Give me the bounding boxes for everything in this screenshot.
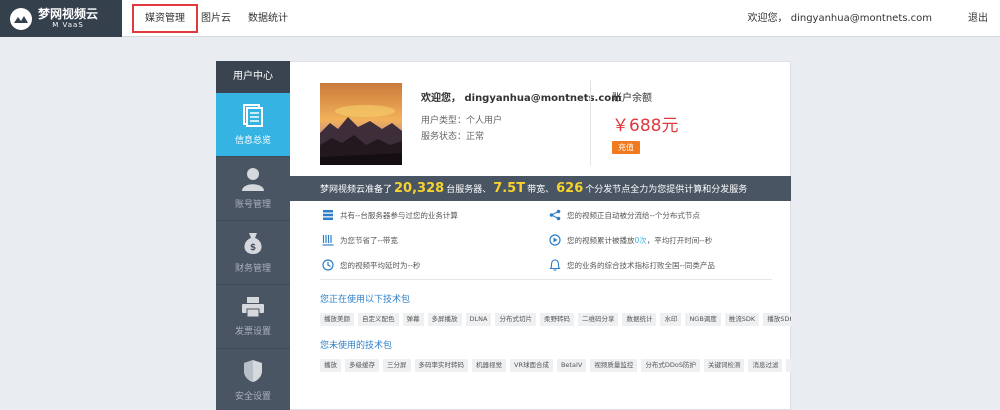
package-tag[interactable]: 视频质量监控 bbox=[590, 359, 638, 372]
play-count: 0次 bbox=[634, 235, 647, 245]
package-tag[interactable]: DLNA bbox=[465, 313, 492, 326]
sidebar: 用户中心 信息总览 账号管理 $ 财务管理 发票设置 安全设置 bbox=[216, 61, 290, 410]
feature-text: 您的业务的综合技术指标打败全国--同类产品 bbox=[567, 260, 715, 270]
clock-icon bbox=[322, 259, 334, 271]
feature-text: 共有--台服务器参与过您的业务计算 bbox=[340, 210, 458, 220]
banner-nodes: 626 bbox=[556, 181, 584, 196]
package-tag[interactable]: 多屏播放 bbox=[427, 313, 462, 326]
sidebar-item-account[interactable]: 账号管理 bbox=[216, 157, 290, 221]
banner-bandwidth: 7.5T bbox=[493, 181, 526, 196]
package-tag[interactable]: 二维码分享 bbox=[577, 313, 619, 326]
feature-nodes: 您的视频正自动被分流给--个分布式节点 bbox=[549, 209, 700, 221]
logo-title: 梦网视频云 bbox=[38, 7, 99, 21]
feature-text: 您的视频累计被播放 bbox=[567, 235, 635, 245]
package-tag[interactable]: 自定义配色 bbox=[358, 313, 399, 326]
unused-packages-title: 您未使用的技术包 bbox=[320, 341, 393, 351]
share-icon bbox=[549, 209, 561, 221]
server-icon bbox=[323, 210, 333, 220]
resource-banner: 梦网视频云准备了 20,328 台服务器、 7.5T 带宽、 626 个分发节点… bbox=[290, 176, 791, 201]
recharge-button[interactable]: 充值 bbox=[612, 141, 640, 154]
nav-media-management[interactable]: 媒资管理 bbox=[132, 4, 198, 33]
package-tag[interactable]: 播放美颜 bbox=[320, 313, 354, 326]
balance-value: ￥688元 bbox=[612, 116, 679, 136]
banner-servers: 20,328 bbox=[394, 181, 445, 196]
feature-latency: 您的视频平均延时为--秒 bbox=[322, 259, 420, 271]
package-tag[interactable]: 消息过滤 bbox=[748, 359, 783, 372]
overview-panel: 欢迎您， dingyanhua@montnets.com 用户类型：个人用户 服… bbox=[290, 61, 791, 410]
feature-bandwidth: 为您节省了--带宽 bbox=[322, 234, 398, 246]
bandwidth-icon bbox=[322, 235, 334, 246]
sidebar-item-invoice[interactable]: 发票设置 bbox=[216, 285, 290, 349]
divider bbox=[320, 279, 772, 280]
package-tag[interactable]: BetaIV bbox=[556, 359, 587, 372]
balance-label: 账户余额 bbox=[612, 93, 652, 104]
used-packages-list: 播放美颜 自定义配色 弹幕 多屏播放 DLNA 分布式切片 柔野转码 二维码分享 数据统计 水印 N… bbox=[320, 313, 791, 327]
document-icon bbox=[243, 104, 263, 127]
sidebar-item-label: 信息总览 bbox=[234, 136, 271, 146]
package-tag[interactable]: 播放SDK bbox=[763, 313, 791, 326]
package-tag[interactable]: 弹幕 bbox=[402, 313, 424, 326]
sidebar-item-finance[interactable]: $ 财务管理 bbox=[216, 221, 290, 285]
user-welcome: 欢迎您， dingyanhua@montnets.com bbox=[421, 93, 622, 104]
feature-servers: 共有--台服务器参与过您的业务计算 bbox=[322, 209, 458, 221]
user-icon bbox=[242, 168, 264, 191]
feature-ranking: 您的业务的综合技术指标打败全国--同类产品 bbox=[549, 259, 715, 271]
avatar[interactable] bbox=[320, 83, 402, 165]
package-tag[interactable]: VR球面合成 bbox=[510, 359, 553, 372]
sidebar-item-overview[interactable]: 信息总览 bbox=[216, 93, 290, 157]
feature-text: 您的视频平均延时为--秒 bbox=[340, 260, 421, 270]
package-tag[interactable]: 三分屏 bbox=[383, 359, 411, 372]
sidebar-item-security[interactable]: 安全设置 bbox=[216, 349, 290, 410]
package-tag[interactable]: 关键词检测 bbox=[703, 359, 745, 372]
header-welcome: 欢迎您， dingyanhua@montnets.com bbox=[747, 13, 932, 24]
feature-text: 为您节省了--带宽 bbox=[340, 235, 398, 245]
package-tag[interactable]: 柔野转码 bbox=[539, 313, 574, 326]
service-status: 服务状态：正常 bbox=[421, 132, 485, 142]
package-tag[interactable]: 推流SDK bbox=[724, 313, 760, 326]
banner-text: 梦网视频云准备了 bbox=[320, 185, 393, 195]
package-tag[interactable]: 播放 bbox=[320, 359, 341, 372]
play-circle-icon bbox=[549, 234, 561, 246]
package-tag[interactable]: 水印 bbox=[660, 313, 682, 326]
bell-icon bbox=[549, 259, 561, 271]
banner-text: 个分发节点全力为您提供计算和分发服务 bbox=[585, 185, 748, 195]
banner-text: 台服务器、 bbox=[446, 185, 492, 195]
used-packages-title: 您正在使用以下技术包 bbox=[320, 295, 411, 305]
top-bar: 梦网视频云 M VaaS 媒资管理 图片云 数据统计 欢迎您， dingyanh… bbox=[0, 0, 1000, 37]
package-tag[interactable]: 机器视觉 bbox=[472, 359, 506, 372]
logo[interactable]: 梦网视频云 M VaaS bbox=[0, 0, 122, 37]
sidebar-item-label: 账号管理 bbox=[234, 200, 271, 210]
logo-subtitle: M VaaS bbox=[52, 21, 84, 29]
feature-text: ，平均打开时间--秒 bbox=[646, 235, 713, 245]
package-tag[interactable]: 数据统计 bbox=[622, 313, 657, 326]
nav-image-cloud[interactable]: 图片云 bbox=[201, 0, 231, 37]
printer-icon bbox=[242, 297, 264, 318]
package-tag[interactable]: 多级缓存 bbox=[345, 359, 379, 372]
user-type: 用户类型：个人用户 bbox=[421, 116, 503, 126]
package-tag[interactable]: 分布式DDoS防护 bbox=[641, 359, 700, 372]
nav-data-statistics[interactable]: 数据统计 bbox=[248, 0, 288, 37]
divider bbox=[590, 80, 591, 166]
feature-text: 您的视频正自动被分流给--个分布式节点 bbox=[567, 210, 700, 220]
cloud-logo-icon bbox=[10, 7, 32, 30]
unused-packages-list: 播放 多级缓存 三分屏 多码率实时转码 机器视觉 VR球面合成 BetaIV 视频质量监控 分布… bbox=[320, 359, 791, 373]
package-tag[interactable]: 多码率实时转码 bbox=[414, 359, 468, 372]
shield-icon bbox=[244, 360, 262, 382]
sidebar-item-label: 安全设置 bbox=[234, 392, 271, 402]
money-bag-icon: $ bbox=[244, 233, 262, 254]
logout-link[interactable]: 退出 bbox=[968, 0, 988, 37]
package-tag[interactable]: RTSP bbox=[786, 359, 791, 372]
sidebar-title: 用户中心 bbox=[216, 61, 290, 93]
package-tag[interactable]: NGB调度 bbox=[685, 313, 721, 326]
package-tag[interactable]: 分布式切片 bbox=[495, 313, 536, 326]
svg-text:$: $ bbox=[250, 243, 256, 253]
sidebar-item-label: 财务管理 bbox=[234, 264, 271, 274]
feature-plays: 您的视频累计被播放 0次 ，平均打开时间--秒 bbox=[549, 234, 712, 246]
sidebar-item-label: 发票设置 bbox=[234, 327, 271, 337]
banner-text: 带宽、 bbox=[527, 185, 555, 195]
